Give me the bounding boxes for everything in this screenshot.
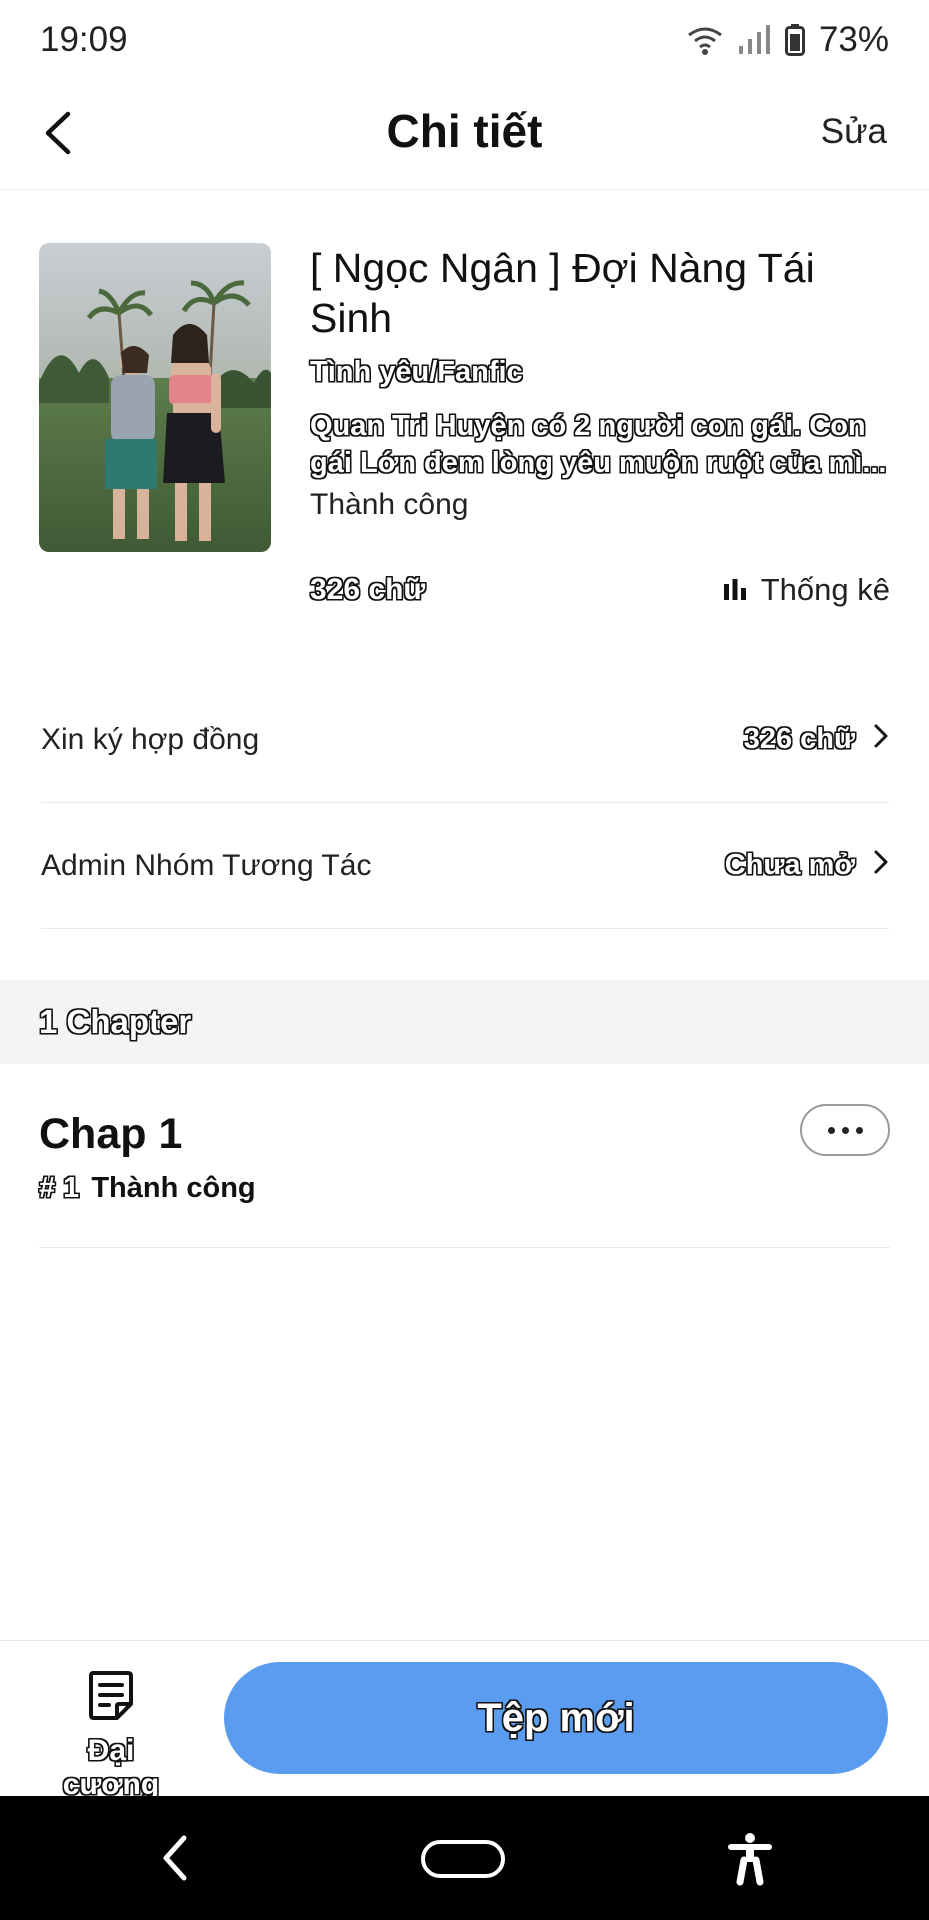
new-file-label: Tệp mới [477,1695,635,1740]
admin-group-value: Chưa mở [724,849,855,881]
new-file-button[interactable]: Tệp mới [224,1662,888,1774]
chevron-right-icon [873,849,889,883]
status-time: 19:09 [40,20,128,59]
more-options-button[interactable] [800,1104,890,1156]
book-title: [ Ngọc Ngân ] Đợi Nàng Tái Sinh [310,245,815,341]
contract-value: 326 chữ [743,723,855,755]
nav-back-icon[interactable] [160,1834,190,1887]
dot [855,1126,863,1134]
book-cover-image[interactable] [39,243,271,552]
battery-percent: 73% [818,20,889,59]
top-bar: Chi tiết Sửa [0,80,929,190]
admin-group-value-group: Chưa mở [725,849,889,883]
accessibility-icon[interactable] [728,1832,772,1891]
chapter-count: 1 Chapter [39,1003,192,1040]
book-description: Quan Tri Huyện có 2 người con gái. Con g… [310,410,887,479]
page-title: Chi tiết [386,105,543,157]
book-genre: Tình yêu/Fanfic [310,356,523,388]
chapter-status: Thành công [91,1172,256,1204]
outline-label: Đại cương [62,1734,160,1801]
contract-value-group: 326 chữ [744,723,889,757]
chapter-meta: # 1 Thành công [39,1172,256,1205]
outline-button[interactable]: Đại cương [36,1669,186,1802]
contract-label: Xin ký hợp đồng [41,722,260,756]
bar-chart-icon [723,572,747,608]
admin-group-row[interactable]: Admin Nhóm Tương Tác Chưa mở [41,803,889,929]
word-count: 326 chữ [310,573,426,606]
book-status: Thành công [310,488,469,521]
system-nav-bar [0,1796,929,1920]
chapter-number: # 1 [39,1172,80,1204]
status-bar: 19:09 73% [0,0,929,80]
dot [841,1126,849,1134]
status-icons: 73% [687,20,889,60]
stats-button[interactable]: Thống kê [723,572,890,608]
chapters-section-header: 1 Chapter [0,980,929,1064]
wifi-icon [687,25,723,55]
battery-icon [784,24,805,56]
chevron-right-icon [873,723,889,757]
signal-icon [737,24,771,56]
admin-group-label: Admin Nhóm Tương Tác [41,848,372,882]
stats-label: Thống kê [760,572,890,607]
bottom-action-bar: Đại cương Tệp mới [0,1640,929,1801]
screen: 19:09 73% Chi tiết Sửa [Ngọc Ngân] Đợi… [0,0,929,1920]
chapter-name: Chap 1 [39,1110,183,1158]
edit-button[interactable]: Sửa [821,112,887,152]
nav-home-icon[interactable] [421,1840,505,1878]
document-icon [87,1671,135,1725]
chapter-item[interactable]: Chap 1 # 1 Thành công [39,1064,890,1248]
contract-row[interactable]: Xin ký hợp đồng 326 chữ [41,677,889,803]
dot [827,1126,835,1134]
